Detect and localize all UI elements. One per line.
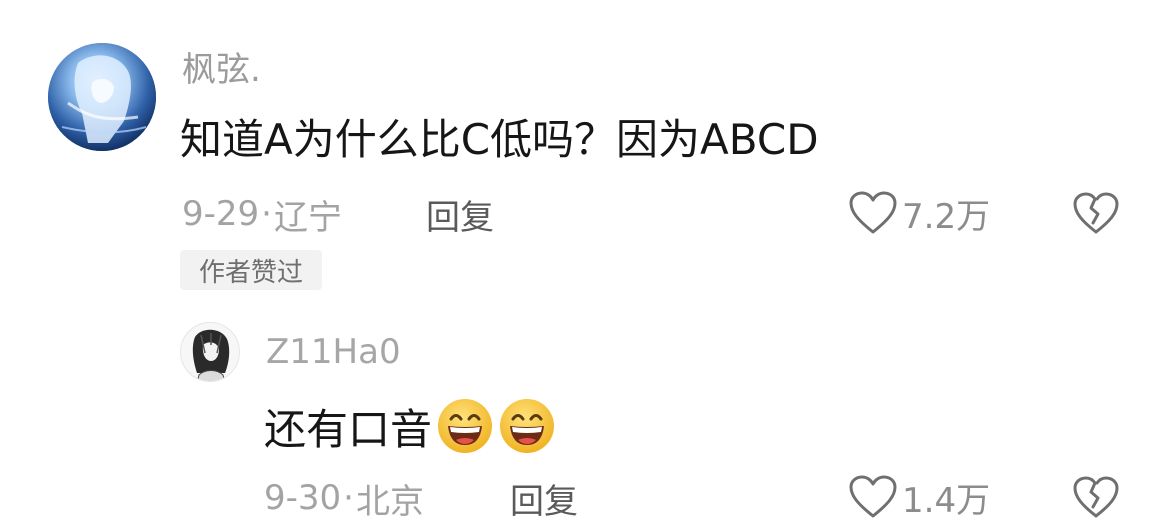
author-liked-badge: 作者赞过 bbox=[180, 250, 322, 290]
grinning-face-emoji-icon bbox=[438, 399, 493, 453]
comment-avatar[interactable] bbox=[48, 43, 156, 151]
meta-separator: · bbox=[261, 194, 272, 234]
comment-meta: 9-29 · 辽宁 bbox=[182, 192, 342, 238]
reply-location: 北京 bbox=[355, 481, 424, 522]
comment-location: 辽宁 bbox=[273, 197, 342, 238]
dislike-button[interactable] bbox=[1072, 474, 1120, 520]
like-count: 7.2万 bbox=[902, 196, 991, 237]
dislike-button[interactable] bbox=[1072, 190, 1120, 236]
reply-text: 还有口音 bbox=[264, 404, 433, 454]
anime-character-avatar-icon bbox=[48, 43, 156, 151]
grinning-face-emoji-icon bbox=[500, 399, 555, 453]
like-button[interactable]: 7.2万 bbox=[848, 188, 990, 238]
comment-username[interactable]: 枫弦. bbox=[182, 50, 261, 90]
heart-outline-icon bbox=[849, 475, 897, 518]
broken-heart-icon bbox=[1073, 476, 1119, 518]
reply-avatar[interactable] bbox=[180, 322, 240, 382]
like-button[interactable]: 1.4万 bbox=[848, 472, 990, 522]
meta-separator: · bbox=[343, 478, 354, 518]
like-count: 1.4万 bbox=[902, 480, 991, 521]
heart-outline-icon bbox=[849, 191, 897, 234]
comment-text: 知道A为什么比C低吗？因为ABCD bbox=[180, 115, 819, 164]
comment-date: 9-29 bbox=[182, 194, 260, 234]
reply-username[interactable]: Z11Ha0 bbox=[266, 332, 401, 372]
reply-meta: 9-30 · 北京 bbox=[264, 476, 424, 522]
reply-button[interactable]: 回复 bbox=[426, 192, 494, 238]
reply-date: 9-30 bbox=[264, 478, 342, 518]
broken-heart-icon bbox=[1073, 192, 1119, 234]
reply-text-row: 还有口音 bbox=[264, 396, 556, 456]
reply-button[interactable]: 回复 bbox=[510, 476, 578, 522]
sketch-portrait-avatar-icon bbox=[181, 323, 239, 381]
